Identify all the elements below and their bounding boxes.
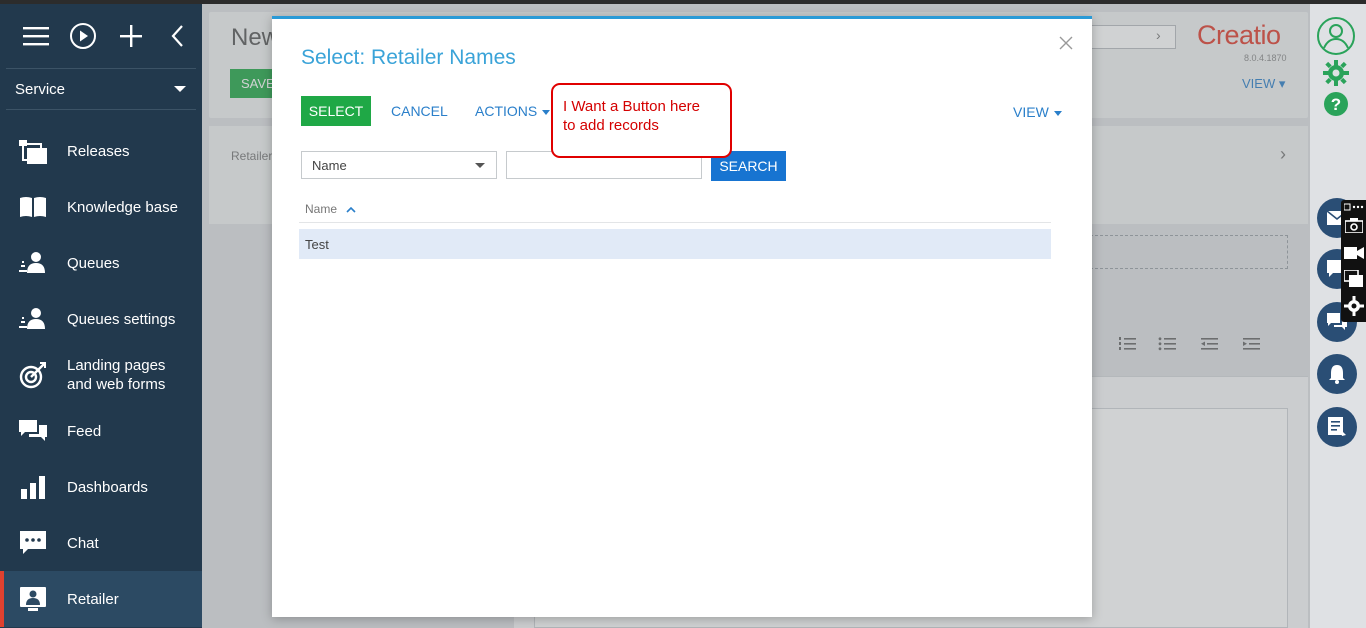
sort-ascending-icon — [346, 206, 356, 213]
capture-toolbar — [1341, 200, 1366, 322]
sidebar-item-chat[interactable]: Chat — [0, 515, 202, 571]
user-avatar[interactable] — [1316, 16, 1356, 61]
video-icon[interactable] — [1344, 246, 1364, 260]
sidebar: Service Releases Knowledge base Queues Q… — [0, 4, 202, 628]
sidebar-toolbar — [0, 4, 202, 68]
chevron-down-icon — [542, 109, 551, 115]
filter-column-select[interactable]: Name — [301, 151, 497, 179]
actions-label: ACTIONS — [475, 103, 538, 119]
gear-icon[interactable] — [1323, 60, 1349, 91]
user-icon — [1317, 17, 1355, 55]
cancel-button[interactable]: CANCEL — [391, 103, 448, 119]
sidebar-item-dashboards[interactable]: Dashboards — [0, 459, 202, 515]
dashboards-icon — [18, 472, 48, 502]
book-icon — [18, 192, 48, 222]
chevron-down-icon — [1053, 110, 1062, 116]
sidebar-item-feed[interactable]: Feed — [0, 403, 202, 459]
chevron-down-icon — [475, 163, 485, 168]
collapse-chevron-icon[interactable] — [155, 16, 203, 56]
menu-icon[interactable] — [12, 16, 60, 56]
sidebar-item-queues-settings[interactable]: Queues settings — [0, 291, 202, 347]
sidebar-item-label: Knowledge base — [67, 198, 178, 216]
sidebar-item-label: Landing pages and web forms — [67, 356, 165, 394]
sidebar-item-retailer[interactable]: Retailer — [0, 571, 202, 627]
view-label: VIEW — [1013, 104, 1049, 120]
select-button[interactable]: SELECT — [301, 96, 371, 126]
sidebar-separator — [6, 109, 196, 110]
sidebar-item-label: Releases — [67, 142, 130, 160]
table-row[interactable]: Test — [299, 229, 1051, 259]
windows-icon[interactable] — [1344, 270, 1364, 288]
notifications-button[interactable] — [1317, 354, 1357, 394]
annotation-callout: I Want a Button here to add records — [551, 83, 732, 158]
sidebar-item-label: Queues settings — [67, 310, 176, 328]
queue-settings-icon — [18, 304, 48, 334]
bell-icon — [1329, 365, 1345, 384]
svg-text:?: ? — [1331, 95, 1341, 114]
workspace-selector[interactable]: Service — [0, 69, 202, 109]
releases-icon — [18, 136, 48, 166]
label-line-2: and web forms — [67, 376, 166, 393]
sidebar-item-knowledge-base[interactable]: Knowledge base — [0, 179, 202, 235]
sidebar-item-label: Dashboards — [67, 478, 148, 496]
actions-button[interactable]: ACTIONS — [475, 103, 551, 119]
camera-icon[interactable] — [1345, 218, 1363, 233]
more-icon[interactable] — [1344, 203, 1364, 211]
queue-icon — [18, 248, 48, 278]
sidebar-item-label: Queues — [67, 254, 120, 272]
target-icon — [18, 360, 48, 390]
view-button[interactable]: VIEW — [1013, 104, 1062, 120]
annotation-line-1: I Want a Button here — [563, 98, 701, 115]
chat-icon — [18, 528, 48, 558]
sidebar-item-releases[interactable]: Releases — [0, 123, 202, 179]
retailer-icon — [18, 584, 48, 614]
sidebar-item-queues[interactable]: Queues — [0, 235, 202, 291]
sidebar-nav: Releases Knowledge base Queues Queues se… — [0, 123, 202, 627]
column-header-label: Name — [305, 202, 338, 216]
label-line-1: Landing pages — [67, 357, 166, 374]
settings-icon[interactable] — [1344, 296, 1364, 316]
column-header-name[interactable]: Name — [305, 202, 356, 216]
sidebar-item-label: Feed — [67, 422, 102, 440]
document-button[interactable] — [1317, 407, 1357, 447]
header-divider — [299, 222, 1051, 223]
chevron-down-icon — [174, 85, 186, 92]
document-icon — [1328, 417, 1346, 436]
dialog-title: Select: Retailer Names — [301, 46, 516, 69]
sidebar-item-label: Chat — [67, 534, 99, 552]
feed-icon — [18, 416, 48, 446]
workspace-label: Service — [15, 80, 66, 98]
plus-icon[interactable] — [107, 16, 155, 56]
help-icon[interactable]: ? — [1323, 91, 1349, 122]
sidebar-item-label: Retailer — [67, 590, 119, 608]
annotation-line-2: to add records — [563, 117, 659, 134]
filter-column-value: Name — [312, 158, 347, 173]
close-icon[interactable] — [1058, 35, 1074, 51]
play-icon[interactable] — [60, 16, 108, 56]
sidebar-item-landing-pages[interactable]: Landing pages and web forms — [0, 347, 202, 403]
